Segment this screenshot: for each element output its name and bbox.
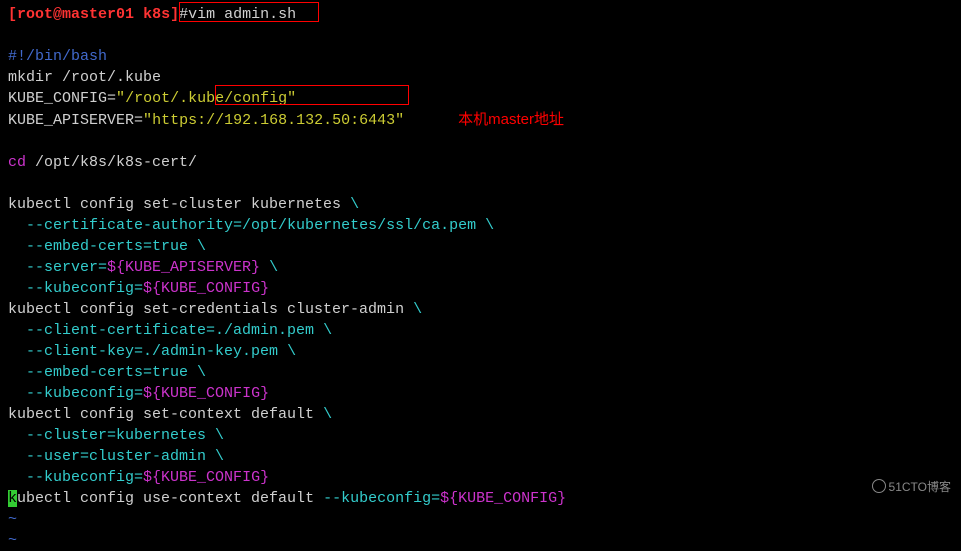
- set-creds-l2: --client-certificate=./admin.pem \: [8, 320, 953, 341]
- set-context-l2: --cluster=kubernetes \: [8, 425, 953, 446]
- set-creds-l3: --client-key=./admin-key.pem \: [8, 341, 953, 362]
- shell-prompt-line: [root@master01 k8s]#vim admin.sh: [8, 4, 953, 25]
- set-cluster-l5: --kubeconfig=${KUBE_CONFIG}: [8, 278, 953, 299]
- cursor[interactable]: k: [8, 490, 17, 507]
- kube-config-line: KUBE_CONFIG="/root/.kube/config": [8, 88, 953, 109]
- annotation-text: 本机master地址: [458, 111, 564, 128]
- set-creds-l1: kubectl config set-credentials cluster-a…: [8, 299, 953, 320]
- blank-line: [8, 25, 953, 46]
- watermark: 51CTO博客: [872, 479, 951, 496]
- vim-tilde: ~: [8, 509, 953, 530]
- set-cluster-l2: --certificate-authority=/opt/kubernetes/…: [8, 215, 953, 236]
- cd-line: cd /opt/k8s/k8s-cert/: [8, 152, 953, 173]
- vim-tilde: ~: [8, 530, 953, 551]
- set-context-l1: kubectl config set-context default \: [8, 404, 953, 425]
- kube-apiserver-line: KUBE_APISERVER="https://192.168.132.50:6…: [8, 109, 953, 131]
- set-context-l4: --kubeconfig=${KUBE_CONFIG}: [8, 467, 953, 488]
- set-creds-l4: --embed-certs=true \: [8, 362, 953, 383]
- set-cluster-l1: kubectl config set-cluster kubernetes \: [8, 194, 953, 215]
- set-context-l3: --user=cluster-admin \: [8, 446, 953, 467]
- shebang-line: #!/bin/bash: [8, 46, 953, 67]
- command-text: vim admin.sh: [188, 6, 296, 23]
- set-cluster-l3: --embed-certs=true \: [8, 236, 953, 257]
- use-context-line: kubectl config use-context default --kub…: [8, 488, 953, 509]
- blank-line-3: [8, 173, 953, 194]
- set-cluster-l4: --server=${KUBE_APISERVER} \: [8, 257, 953, 278]
- blank-line-2: [8, 131, 953, 152]
- mkdir-line: mkdir /root/.kube: [8, 67, 953, 88]
- set-creds-l5: --kubeconfig=${KUBE_CONFIG}: [8, 383, 953, 404]
